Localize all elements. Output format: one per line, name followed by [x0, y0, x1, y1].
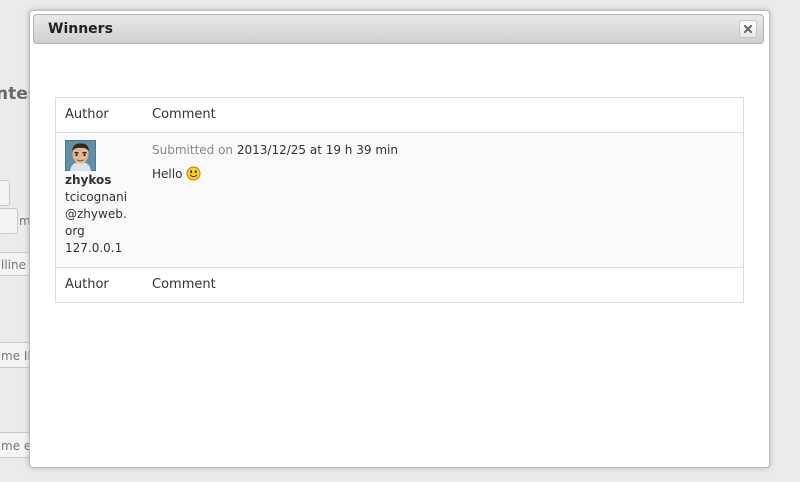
column-footer-comment: Comment: [152, 277, 216, 292]
table-row: zhykos tcicognani@zhyweb.org 127.0.0.1 S…: [56, 133, 743, 267]
smiley-icon: [186, 166, 201, 181]
author-name[interactable]: zhykos: [65, 172, 143, 189]
comments-table: Author Comment zhykos tcicognani@zhyweb.…: [55, 97, 744, 303]
background-field-2: [0, 208, 18, 234]
comment-text: Hello: [152, 166, 183, 181]
author-ip: 127.0.0.1: [65, 241, 123, 255]
dialog-titlebar[interactable]: Winners: [33, 14, 764, 44]
author-cell: zhykos tcicognani@zhyweb.org 127.0.0.1: [65, 140, 143, 257]
column-footer-author: Author: [65, 277, 109, 292]
comment-body: Hello: [152, 166, 732, 181]
submitted-date: 2013/12/25 at 19 h 39 min: [236, 143, 398, 157]
close-button[interactable]: [739, 20, 757, 38]
comment-cell: Submitted on 2013/12/25 at 19 h 39 min H…: [152, 142, 732, 181]
user-avatar: [65, 140, 96, 171]
column-header-comment: Comment: [152, 107, 216, 122]
background-field-1: [0, 180, 10, 206]
submitted-label: Submitted on: [152, 143, 234, 157]
column-header-author: Author: [65, 107, 109, 122]
background-field-3: lline: [0, 252, 30, 276]
table-header-row: Author Comment: [56, 98, 743, 133]
author-email: tcicognani@zhyweb.org: [65, 190, 128, 238]
submitted-info: Submitted on 2013/12/25 at 19 h 39 min: [152, 142, 732, 158]
dialog-title: Winners: [48, 21, 113, 37]
background-field-5: me en: [0, 432, 30, 458]
close-icon: [744, 25, 752, 33]
background-field-4: me IP: [0, 342, 30, 368]
table-footer-row: Author Comment: [56, 267, 743, 302]
winners-dialog: Winners Author Comment zhykos tcicognani…: [29, 10, 770, 468]
